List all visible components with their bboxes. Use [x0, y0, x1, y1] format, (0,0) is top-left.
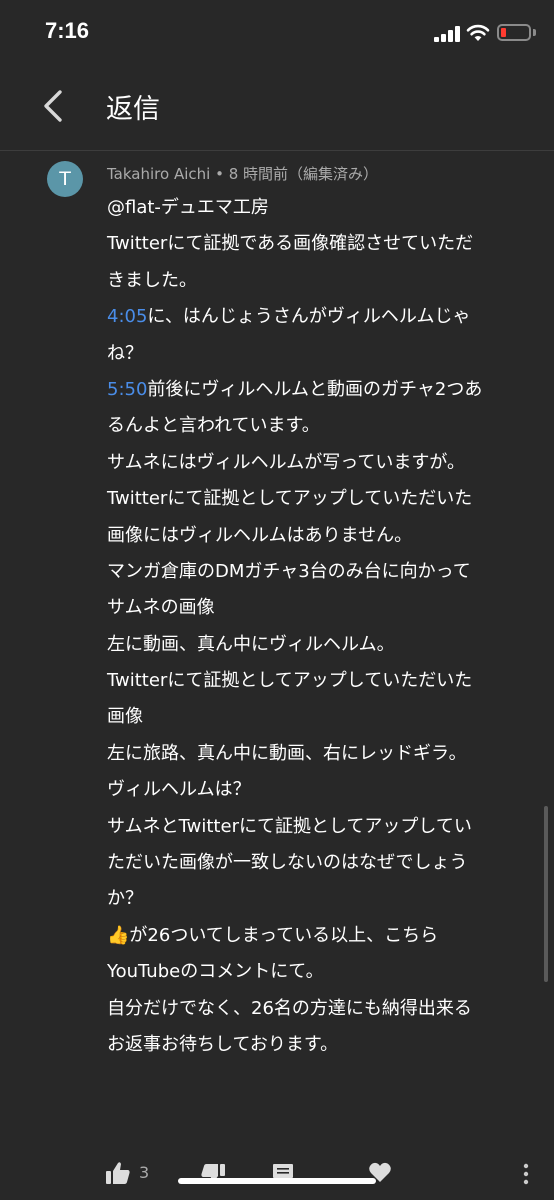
comment-body: @flat-デュエマ工房 Twitterにて証拠である画像確認させていただ きました…	[107, 190, 527, 1063]
timestamp-link[interactable]: 4:05	[107, 306, 147, 327]
status-bar: 7:16	[0, 0, 554, 64]
comment-line: Twitterにて証拠としてアップしていただいた	[107, 481, 527, 517]
comment-line: か？	[107, 881, 527, 917]
comment-line: きました。	[107, 263, 527, 299]
thumbs-up-emoji: 👍	[107, 924, 130, 946]
home-indicator[interactable]	[178, 1178, 376, 1184]
comment-line-text: Twitterにて証拠としてアップしていただいた	[107, 488, 473, 510]
comment-line: ね？	[107, 336, 527, 372]
comment-line: YouTubeのコメントにて。	[107, 954, 527, 990]
comment-line-text: Twitterにて証拠である画像確認させていただ	[107, 233, 474, 255]
comment-line-text: @flat-デュエマ工房	[107, 197, 269, 218]
battery-level	[501, 28, 506, 37]
avatar[interactable]: T	[47, 161, 83, 197]
comment-action-bar: 3	[0, 1150, 554, 1200]
more-vertical-icon[interactable]	[518, 1162, 534, 1186]
comment-author[interactable]: Takahiro Aichi	[107, 165, 210, 183]
comment-meta: Takahiro Aichi • 8 時間前（編集済み）	[107, 163, 378, 184]
comment-line-text: お返事お待ちしております。	[107, 1033, 339, 1055]
comment-line: ヴィルヘルムは？	[107, 772, 527, 808]
comment-line-text: ヴィルヘルムは？	[107, 779, 251, 801]
comment-line-text: 自分だけでなく、26名の方達にも納得出来る	[107, 997, 472, 1019]
comment-line-text: 左に動画、真ん中にヴィルヘルム。	[107, 633, 395, 655]
comment-line: 👍が26ついてしまっている以上、こちら	[107, 918, 527, 954]
comment-time: 8 時間前（編集済み）	[228, 165, 379, 183]
comment-line: 左に動画、真ん中にヴィルヘルム。	[107, 627, 527, 663]
comment-line-text: YouTubeのコメントにて。	[107, 961, 324, 983]
wifi-icon	[466, 24, 490, 41]
comment-line-text: きました。	[107, 269, 197, 291]
comment-line-text: に、はんじょうさんがヴィルヘルムじゃ	[147, 306, 471, 328]
comment-line-text: ね？	[107, 342, 143, 364]
scrollbar[interactable]	[544, 806, 548, 982]
comment-line-text: 画像にはヴィルヘルムはありません。	[107, 524, 413, 546]
comment-line: Twitterにて証拠としてアップしていただいた	[107, 663, 527, 699]
comment-line-text: サムネの画像	[107, 597, 215, 619]
comment-line-text: 左に旅路、真ん中に動画、右にレッドギラ。	[107, 742, 467, 764]
comment-line: お返事お待ちしております。	[107, 1027, 527, 1063]
comment-line-text: か？	[107, 888, 143, 910]
meta-separator: •	[215, 165, 224, 183]
comment-line: 5:50前後にヴィルヘルムと動画のガチャ2つあ	[107, 372, 527, 408]
cellular-signal-icon	[434, 26, 460, 42]
comment-line: 画像	[107, 699, 527, 735]
comment-line: 自分だけでなく、26名の方達にも納得出来る	[107, 991, 527, 1027]
comment-line: Twitterにて証拠である画像確認させていただ	[107, 226, 527, 262]
comment-line: 画像にはヴィルヘルムはありません。	[107, 518, 527, 554]
page-title: 返信	[106, 94, 160, 125]
chevron-left-icon[interactable]	[34, 84, 74, 128]
comment-line: るんよと言われています。	[107, 408, 527, 444]
comment-line: サムネの画像	[107, 590, 527, 626]
timestamp-link[interactable]: 5:50	[107, 379, 147, 400]
comment-line: サムネとTwitterにて証拠としてアップしてい	[107, 809, 527, 845]
comment-line-text: が26ついてしまっている以上、こちら	[129, 924, 439, 946]
comment-line-text: サムネとTwitterにて証拠としてアップしてい	[107, 815, 472, 837]
header-divider	[0, 150, 554, 151]
comment-line-text: マンガ倉庫のDMガチャ3台のみ台に向かって	[107, 560, 471, 582]
battery-icon	[497, 24, 531, 41]
comment-line: ただいた画像が一致しないのはなぜでしょう	[107, 845, 527, 881]
comment-line: 4:05に、はんじょうさんがヴィルヘルムじゃ	[107, 299, 527, 335]
comment-line: サムネにはヴィルヘルムが写っていますが。	[107, 445, 527, 481]
comment-line-text: 画像	[107, 706, 143, 728]
like-count: 3	[139, 1163, 150, 1182]
battery-cap	[533, 29, 536, 36]
status-time: 7:16	[45, 18, 90, 43]
comment-line-text: るんよと言われています。	[107, 415, 320, 437]
comment-line: 左に旅路、真ん中に動画、右にレッドギラ。	[107, 736, 527, 772]
comment-line-text: Twitterにて証拠としてアップしていただいた	[107, 670, 473, 692]
comment-line-text: サムネにはヴィルヘルムが写っていますが。	[107, 451, 466, 473]
comment-line-text: ただいた画像が一致しないのはなぜでしょう	[107, 852, 468, 874]
app-header: 返信	[0, 64, 554, 150]
comment-line: @flat-デュエマ工房	[107, 190, 527, 226]
thumbs-up-icon[interactable]	[105, 1160, 131, 1186]
comment-line-text: 前後にヴィルヘルムと動画のガチャ2つあ	[147, 378, 483, 400]
comment-line: マンガ倉庫のDMガチャ3台のみ台に向かって	[107, 554, 527, 590]
